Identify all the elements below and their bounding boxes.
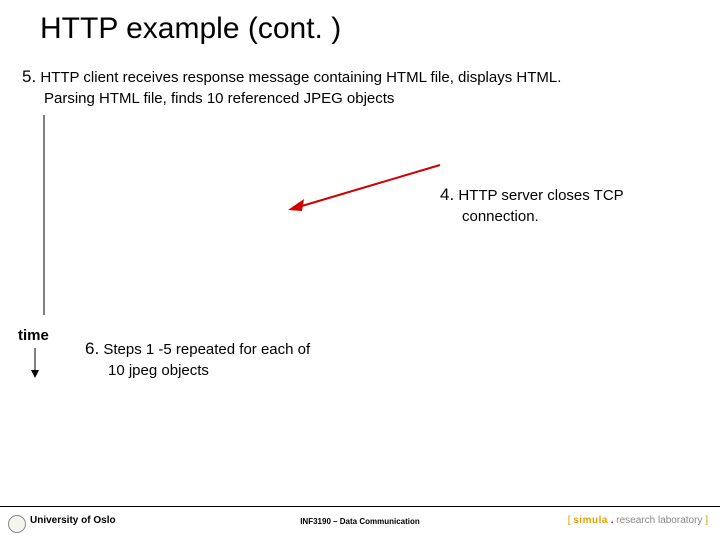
step-4-number: 4. — [440, 185, 454, 204]
vertical-timeline — [42, 115, 46, 315]
server-arrow-icon — [280, 160, 450, 220]
step-5-text-1: HTTP client receives response message co… — [36, 69, 561, 86]
step-5-number: 5. — [22, 67, 36, 86]
step-5-text-2: Parsing HTML file, finds 10 referenced J… — [22, 89, 702, 109]
step-6-text-2: 10 jpeg objects — [85, 361, 385, 381]
time-arrow-icon — [30, 348, 40, 380]
footer-lab: [ simula . research laboratory ] — [568, 515, 708, 526]
step-4-text-1: HTTP server closes TCP — [454, 187, 623, 204]
footer: University of Oslo INF3190 – Data Commun… — [0, 506, 720, 540]
step-6: 6. Steps 1 -5 repeated for each of 10 jp… — [85, 338, 385, 381]
step-6-number: 6. — [85, 339, 99, 358]
slide-title: HTTP example (cont. ) — [40, 12, 341, 46]
bracket-close: ] — [702, 515, 708, 526]
lab-text: research laboratory — [616, 515, 702, 526]
step-6-text-1: Steps 1 -5 repeated for each of — [99, 341, 310, 358]
step-5: 5. HTTP client receives response message… — [22, 66, 702, 109]
simula-text: simula — [573, 515, 608, 526]
step-4-text-2: connection. — [440, 207, 700, 227]
step-4: 4. HTTP server closes TCP connection. — [440, 184, 700, 227]
time-label: time — [18, 327, 49, 344]
